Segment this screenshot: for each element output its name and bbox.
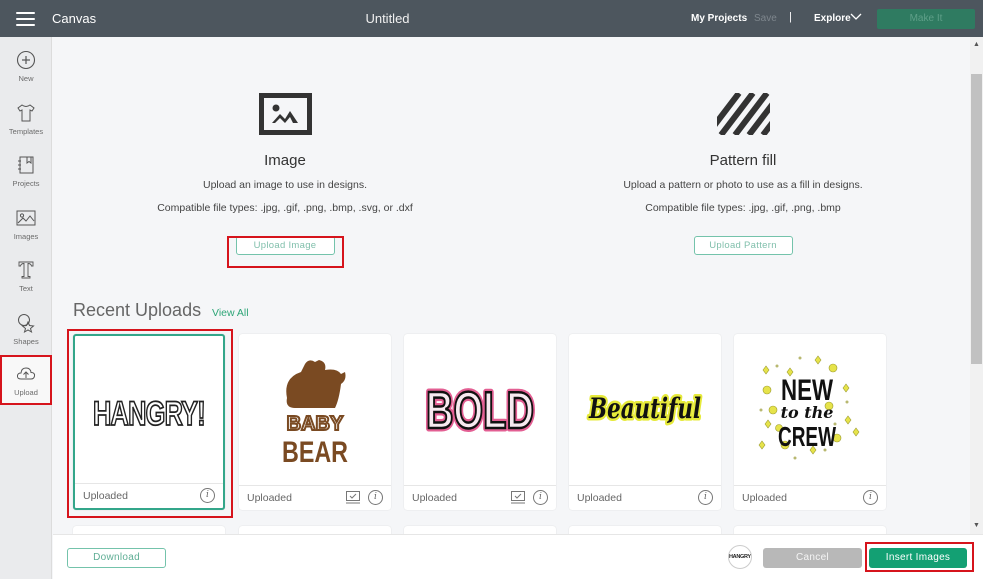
upload-thumbnail: NEW to the CREW xyxy=(734,334,886,485)
recent-uploads-title: Recent Uploads xyxy=(73,300,202,320)
svg-text:BABY: BABY xyxy=(287,413,344,435)
upload-pattern-section: Pattern fill Upload a pattern or photo t… xyxy=(543,93,943,255)
document-title[interactable]: Untitled xyxy=(0,11,775,26)
cloud-upload-icon xyxy=(16,367,36,380)
upload-card[interactable] xyxy=(73,526,225,534)
sidebar-item-text[interactable]: Text xyxy=(0,250,52,302)
bottom-action-bar: Download HANGRY! Cancel Insert Images xyxy=(53,534,983,579)
hangry-artwork: HANGRY! xyxy=(92,394,207,434)
upload-status: Uploaded xyxy=(83,490,128,502)
upload-thumbnail: BOLD BOLD xyxy=(404,334,556,485)
baby-bear-artwork: BABY BEAR xyxy=(282,359,348,469)
notebook-icon xyxy=(18,156,34,174)
highlight-upload-image xyxy=(227,236,344,268)
image-icon xyxy=(258,93,312,135)
artwork-text: Beautiful xyxy=(588,392,701,425)
card-footer: Uploaded i xyxy=(404,485,556,510)
shirt-icon xyxy=(17,104,35,122)
sidebar-item-label: Shapes xyxy=(13,337,39,346)
sidebar-item-templates[interactable]: Templates xyxy=(0,93,52,145)
scrollbar-thumb[interactable] xyxy=(971,74,982,364)
upload-card[interactable] xyxy=(569,526,721,534)
pattern-stripes-icon xyxy=(716,93,770,135)
download-button[interactable]: Download xyxy=(67,548,166,568)
upload-pattern-description: Upload a pattern or photo to use as a fi… xyxy=(623,179,863,191)
upload-pattern-file-types: Compatible file types: .jpg, .gif, .png,… xyxy=(645,202,841,214)
upload-pattern-button[interactable]: Upload Pattern xyxy=(693,236,793,255)
my-projects-link[interactable]: My Projects xyxy=(691,13,747,24)
sidebar-item-label: Templates xyxy=(8,127,44,136)
upload-image-file-types: Compatible file types: .jpg, .gif, .png,… xyxy=(157,202,413,214)
scroll-up-arrow-icon[interactable]: ▲ xyxy=(970,41,983,51)
upload-thumbnail: HANGRY! xyxy=(75,336,223,487)
upload-pattern-title: Pattern fill xyxy=(709,152,777,169)
upload-image-title: Image xyxy=(264,152,306,169)
upload-thumbnail: BABY BEAR xyxy=(239,334,391,485)
info-icon[interactable]: i xyxy=(863,490,878,505)
cut-image-icon[interactable] xyxy=(510,490,526,504)
upload-card[interactable]: NEW to the CREW Uploaded i xyxy=(734,334,886,510)
upload-status: Uploaded xyxy=(247,492,292,504)
sidebar-item-projects[interactable]: Projects xyxy=(0,145,52,197)
upload-status: Uploaded xyxy=(742,492,787,504)
artwork-text: HANGRY! xyxy=(93,395,205,433)
upload-status: Uploaded xyxy=(412,492,457,504)
card-footer: Uploaded i xyxy=(239,485,391,510)
explore-menu[interactable]: Explore xyxy=(814,13,851,24)
upload-card[interactable]: BABY BEAR Uploaded i xyxy=(239,334,391,510)
chevron-down-icon[interactable] xyxy=(850,11,862,21)
artwork-text: BOLD xyxy=(426,382,534,440)
image-icon xyxy=(16,210,36,226)
top-bar: Canvas Untitled My Projects Save | Explo… xyxy=(0,0,983,37)
sidebar-item-label: Images xyxy=(13,232,39,241)
beautiful-artwork: Beautiful Beautiful xyxy=(586,389,704,427)
shapes-icon xyxy=(18,314,35,334)
sidebar-item-label: Text xyxy=(19,284,33,293)
text-t-icon xyxy=(18,261,34,279)
svg-text:to the: to the xyxy=(781,403,834,422)
card-footer: Uploaded i xyxy=(734,485,886,510)
sidebar-item-label: Projects xyxy=(12,179,40,188)
info-icon[interactable]: i xyxy=(368,490,383,505)
sidebar: New Templates Projects Images Text Shape… xyxy=(0,37,52,579)
info-icon[interactable]: i xyxy=(698,490,713,505)
selected-preview-thumbnail: HANGRY! xyxy=(728,545,752,569)
sidebar-item-upload[interactable]: Upload xyxy=(0,355,52,405)
card-footer: Uploaded i xyxy=(75,483,223,508)
cut-image-icon[interactable] xyxy=(345,490,361,504)
new-to-the-crew-artwork: NEW to the CREW xyxy=(758,355,860,459)
scrollbar[interactable]: ▲ ▼ xyxy=(970,37,983,534)
svg-text:CREW: CREW xyxy=(778,421,836,452)
info-icon[interactable]: i xyxy=(200,488,215,503)
view-all-link[interactable]: View All xyxy=(212,307,249,319)
make-it-button[interactable]: Make It xyxy=(877,9,975,29)
upload-card[interactable] xyxy=(404,526,556,534)
sidebar-item-shapes[interactable]: Shapes xyxy=(0,303,52,355)
save-button[interactable]: Save xyxy=(754,13,777,24)
scroll-down-arrow-icon[interactable]: ▼ xyxy=(970,522,983,532)
info-icon[interactable]: i xyxy=(533,490,548,505)
bold-artwork: BOLD BOLD xyxy=(423,378,538,443)
nav-separator: | xyxy=(789,11,792,23)
card-footer: Uploaded i xyxy=(569,485,721,510)
upload-card[interactable] xyxy=(239,526,391,534)
upload-card[interactable]: Beautiful Beautiful Uploaded i xyxy=(569,334,721,510)
upload-status: Uploaded xyxy=(577,492,622,504)
cancel-button[interactable]: Cancel xyxy=(763,548,862,568)
sidebar-item-images[interactable]: Images xyxy=(0,198,52,250)
upload-image-description: Upload an image to use in designs. xyxy=(202,179,368,191)
highlight-insert-images xyxy=(865,542,974,572)
sidebar-item-label: New xyxy=(18,74,34,83)
upload-panel: Image Upload an image to use in designs.… xyxy=(53,37,970,534)
upload-card[interactable]: HANGRY! Uploaded i xyxy=(73,334,225,510)
sidebar-item-label: Upload xyxy=(14,388,38,397)
sidebar-item-new[interactable]: New xyxy=(0,40,52,92)
upload-image-section: Image Upload an image to use in designs.… xyxy=(85,93,485,255)
upload-card[interactable]: BOLD BOLD Uploaded i xyxy=(404,334,556,510)
svg-text:BEAR: BEAR xyxy=(282,436,348,469)
upload-thumbnail: Beautiful Beautiful xyxy=(569,334,721,485)
upload-card[interactable] xyxy=(734,526,886,534)
plus-circle-icon xyxy=(16,50,36,70)
